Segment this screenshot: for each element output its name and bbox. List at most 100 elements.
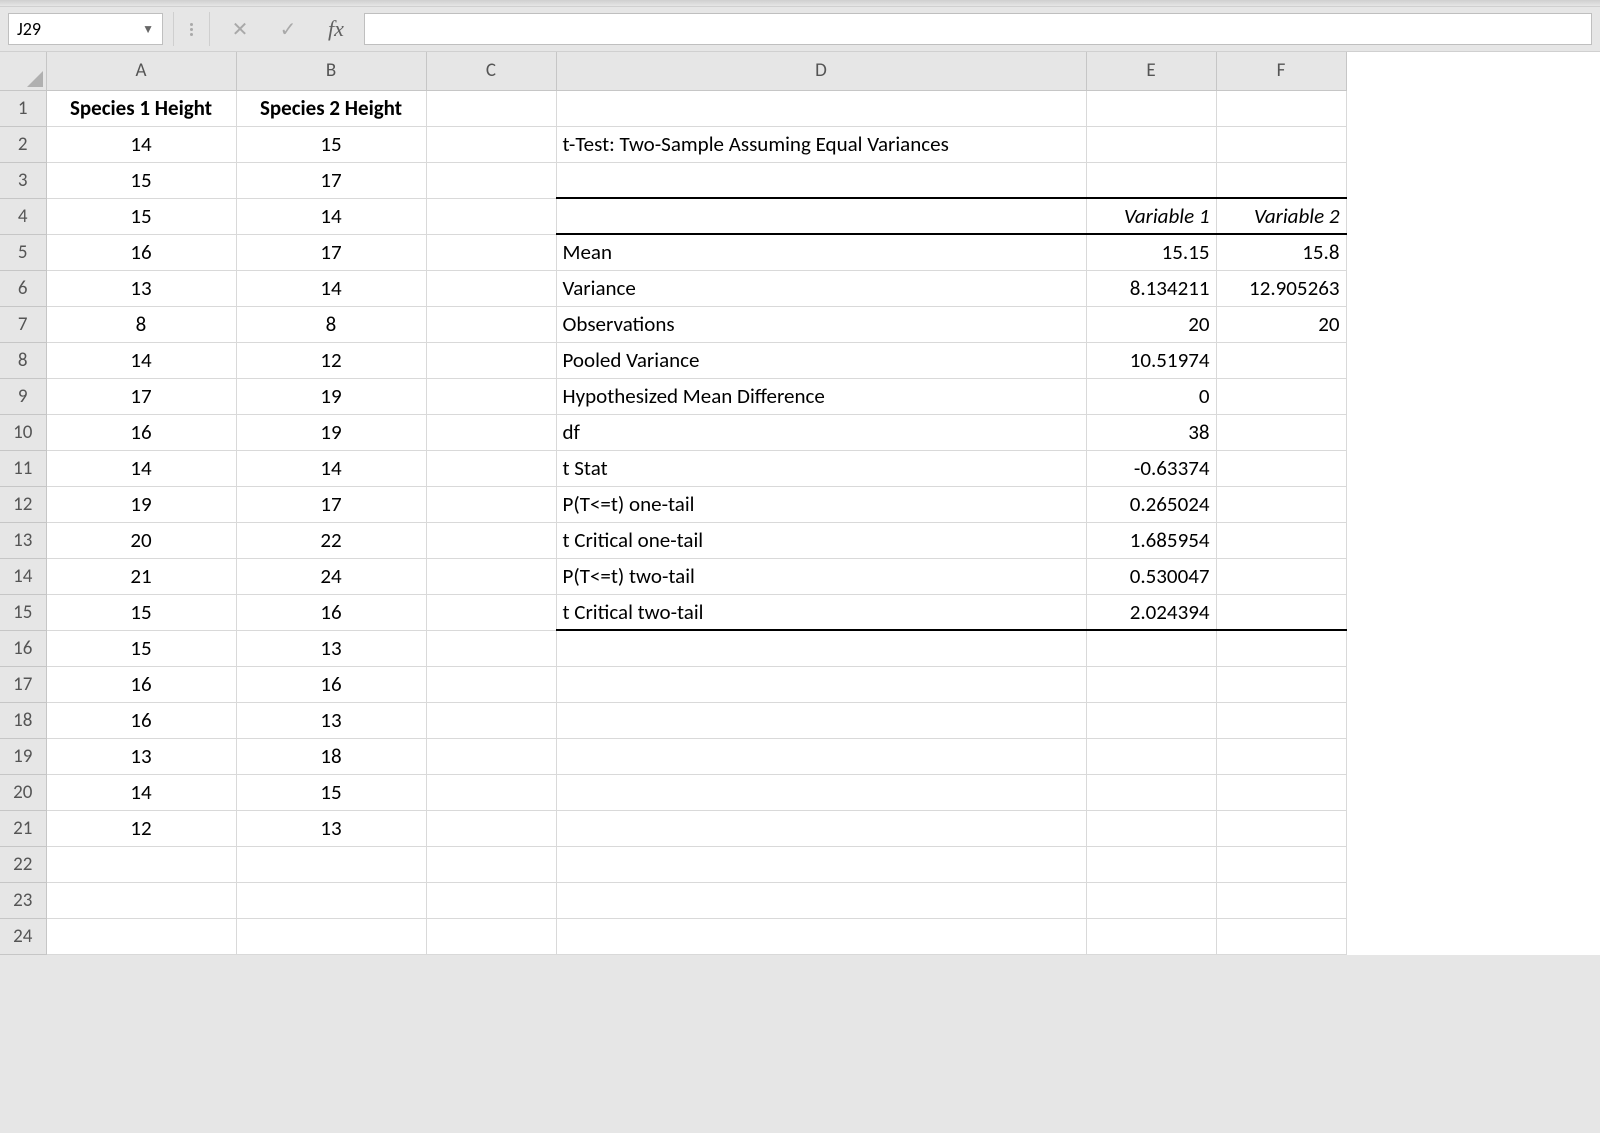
cell-B2[interactable]: 15 (236, 126, 426, 162)
cell-C12[interactable] (426, 486, 556, 522)
row-header[interactable]: 14 (0, 558, 46, 594)
cell-C20[interactable] (426, 774, 556, 810)
cell-A10[interactable]: 16 (46, 414, 236, 450)
cell-B20[interactable]: 15 (236, 774, 426, 810)
column-header[interactable]: F (1216, 52, 1346, 90)
cell-A7[interactable]: 8 (46, 306, 236, 342)
cell-B16[interactable]: 13 (236, 630, 426, 666)
cell-F21[interactable] (1216, 810, 1346, 846)
cell-A14[interactable]: 21 (46, 558, 236, 594)
spreadsheet-grid[interactable]: A B C D E F 1Species 1 HeightSpecies 2 H… (0, 52, 1347, 955)
cell-D19[interactable] (556, 738, 1086, 774)
cell-C2[interactable] (426, 126, 556, 162)
cell-B12[interactable]: 17 (236, 486, 426, 522)
name-box[interactable]: J29 ▼ (8, 13, 163, 45)
cell-D1[interactable] (556, 90, 1086, 126)
cell-F13[interactable] (1216, 522, 1346, 558)
cell-F4[interactable]: Variable 2 (1216, 198, 1346, 234)
cell-F3[interactable] (1216, 162, 1346, 198)
cell-F8[interactable] (1216, 342, 1346, 378)
cell-C10[interactable] (426, 414, 556, 450)
column-header[interactable]: B (236, 52, 426, 90)
cell-E21[interactable] (1086, 810, 1216, 846)
cell-A19[interactable]: 13 (46, 738, 236, 774)
cell-A24[interactable] (46, 918, 236, 954)
cell-B6[interactable]: 14 (236, 270, 426, 306)
cell-D18[interactable] (556, 702, 1086, 738)
cell-A22[interactable] (46, 846, 236, 882)
cell-E4[interactable]: Variable 1 (1086, 198, 1216, 234)
cell-F23[interactable] (1216, 882, 1346, 918)
cell-A1[interactable]: Species 1 Height (46, 90, 236, 126)
column-header[interactable]: A (46, 52, 236, 90)
cell-D17[interactable] (556, 666, 1086, 702)
cell-D21[interactable] (556, 810, 1086, 846)
cell-E18[interactable] (1086, 702, 1216, 738)
cell-E19[interactable] (1086, 738, 1216, 774)
row-header[interactable]: 17 (0, 666, 46, 702)
cell-D6[interactable]: Variance (556, 270, 1086, 306)
cell-A11[interactable]: 14 (46, 450, 236, 486)
cell-D8[interactable]: Pooled Variance (556, 342, 1086, 378)
cell-F1[interactable] (1216, 90, 1346, 126)
row-header[interactable]: 6 (0, 270, 46, 306)
cell-C4[interactable] (426, 198, 556, 234)
cell-D9[interactable]: Hypothesized Mean Difference (556, 378, 1086, 414)
row-header[interactable]: 7 (0, 306, 46, 342)
cell-A21[interactable]: 12 (46, 810, 236, 846)
cell-D11[interactable]: t Stat (556, 450, 1086, 486)
cell-A23[interactable] (46, 882, 236, 918)
cell-B8[interactable]: 12 (236, 342, 426, 378)
row-header[interactable]: 11 (0, 450, 46, 486)
cell-A18[interactable]: 16 (46, 702, 236, 738)
cell-A3[interactable]: 15 (46, 162, 236, 198)
column-header[interactable]: E (1086, 52, 1216, 90)
cell-B10[interactable]: 19 (236, 414, 426, 450)
cell-E6[interactable]: 8.134211 (1086, 270, 1216, 306)
row-header[interactable]: 23 (0, 882, 46, 918)
cell-C18[interactable] (426, 702, 556, 738)
row-header[interactable]: 16 (0, 630, 46, 666)
cell-D12[interactable]: P(T<=t) one-tail (556, 486, 1086, 522)
cell-E24[interactable] (1086, 918, 1216, 954)
cell-D5[interactable]: Mean (556, 234, 1086, 270)
cell-D4[interactable] (556, 198, 1086, 234)
cell-D23[interactable] (556, 882, 1086, 918)
cell-A13[interactable]: 20 (46, 522, 236, 558)
cell-C15[interactable] (426, 594, 556, 630)
row-header[interactable]: 13 (0, 522, 46, 558)
cell-D20[interactable] (556, 774, 1086, 810)
cell-E5[interactable]: 15.15 (1086, 234, 1216, 270)
cell-C7[interactable] (426, 306, 556, 342)
cell-C8[interactable] (426, 342, 556, 378)
cell-E13[interactable]: 1.685954 (1086, 522, 1216, 558)
cell-E16[interactable] (1086, 630, 1216, 666)
cell-F11[interactable] (1216, 450, 1346, 486)
cell-D10[interactable]: df (556, 414, 1086, 450)
cell-C16[interactable] (426, 630, 556, 666)
cell-F2[interactable] (1216, 126, 1346, 162)
row-header[interactable]: 19 (0, 738, 46, 774)
cell-F20[interactable] (1216, 774, 1346, 810)
cell-E12[interactable]: 0.265024 (1086, 486, 1216, 522)
cell-F15[interactable] (1216, 594, 1346, 630)
cell-B14[interactable]: 24 (236, 558, 426, 594)
cell-F22[interactable] (1216, 846, 1346, 882)
row-header[interactable]: 10 (0, 414, 46, 450)
cell-D14[interactable]: P(T<=t) two-tail (556, 558, 1086, 594)
cell-A4[interactable]: 15 (46, 198, 236, 234)
row-header[interactable]: 8 (0, 342, 46, 378)
cell-A20[interactable]: 14 (46, 774, 236, 810)
cell-F17[interactable] (1216, 666, 1346, 702)
cell-C6[interactable] (426, 270, 556, 306)
row-header[interactable]: 21 (0, 810, 46, 846)
cell-B18[interactable]: 13 (236, 702, 426, 738)
cell-F6[interactable]: 12.905263 (1216, 270, 1346, 306)
cell-B22[interactable] (236, 846, 426, 882)
cell-B23[interactable] (236, 882, 426, 918)
cell-E8[interactable]: 10.51974 (1086, 342, 1216, 378)
cell-B3[interactable]: 17 (236, 162, 426, 198)
cell-C3[interactable] (426, 162, 556, 198)
cell-F9[interactable] (1216, 378, 1346, 414)
cell-D15[interactable]: t Critical two-tail (556, 594, 1086, 630)
